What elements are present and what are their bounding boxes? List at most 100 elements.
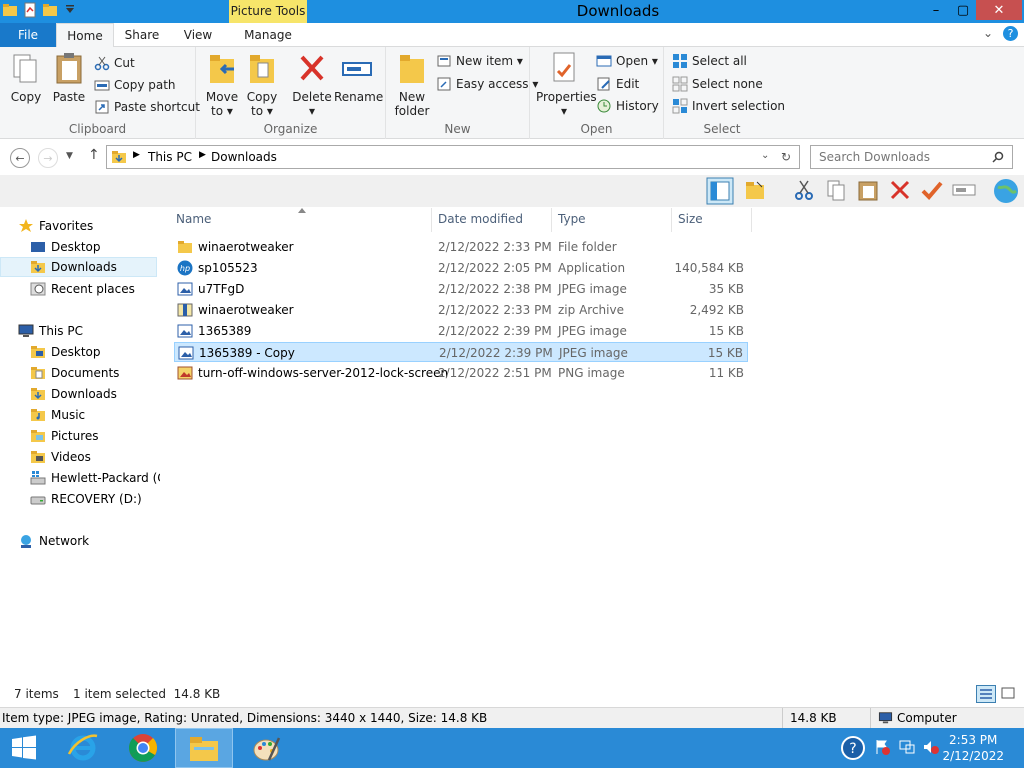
copy-path-button[interactable]: Copy path	[94, 77, 176, 93]
item-details: Item type: JPEG image, Rating: Unrated, …	[2, 711, 488, 725]
move-to-button[interactable]: Move to ▾	[204, 51, 240, 118]
pictures-folder-icon	[31, 430, 45, 442]
invert-selection-button[interactable]: Invert selection	[672, 98, 785, 114]
music-folder-icon	[31, 409, 45, 421]
documents-folder-icon	[31, 367, 45, 379]
table-row[interactable]: u7TFgD 2/12/2022 2:38 PM JPEG image 35 K…	[174, 279, 748, 299]
nav-network[interactable]: Network	[18, 531, 175, 551]
checkmark-icon[interactable]	[920, 178, 944, 202]
table-row[interactable]: 1365389 2/12/2022 2:39 PM JPEG image 15 …	[174, 321, 748, 341]
cut-scissors-icon[interactable]	[792, 178, 816, 202]
folder-icon	[31, 346, 45, 358]
column-header-date[interactable]: Date modified	[432, 208, 552, 232]
select-all-button[interactable]: Select all	[672, 53, 747, 69]
up-button[interactable]: ↑	[88, 147, 100, 163]
copy-icon[interactable]	[824, 178, 848, 202]
rename-icon	[342, 62, 372, 76]
breadcrumb-this-pc[interactable]: This PC	[148, 150, 192, 164]
tab-view[interactable]: View	[172, 23, 224, 47]
taskbar-internet-explorer[interactable]	[54, 728, 112, 768]
details-view-button[interactable]	[976, 685, 996, 703]
rename-button[interactable]: Rename	[334, 51, 383, 104]
taskbar-paint[interactable]	[238, 728, 296, 768]
delete-x-icon[interactable]	[888, 178, 912, 202]
table-row-selected[interactable]: 1365389 - Copy 2/12/2022 2:39 PM JPEG im…	[174, 342, 748, 362]
nav-favorites-downloads[interactable]: Downloads	[0, 257, 157, 277]
forward-button[interactable]: →	[38, 148, 58, 168]
taskbar: ? 2:53 PM 2/12/2022	[0, 728, 1024, 768]
tab-home[interactable]: Home	[56, 23, 114, 48]
table-row[interactable]: winaerotweaker 2/12/2022 2:33 PM zip Arc…	[174, 300, 748, 320]
preview-pane-icon[interactable]	[706, 177, 734, 205]
close-button[interactable]: ✕	[976, 0, 1022, 20]
tab-share[interactable]: Share	[116, 23, 168, 47]
table-row[interactable]: turn-off-windows-server-2012-lock-screen…	[174, 363, 748, 383]
details-location: Computer	[897, 711, 957, 725]
properties-button[interactable]: Properties ▾	[536, 51, 597, 118]
copy-icon	[13, 54, 37, 83]
tab-manage[interactable]: Manage	[232, 23, 304, 47]
delete-button[interactable]: Delete ▾	[292, 51, 332, 118]
new-folder-big-icon	[400, 55, 424, 83]
column-header-size[interactable]: Size	[672, 208, 752, 232]
select-group-label: Select	[703, 122, 741, 136]
minimize-button[interactable]: –	[922, 0, 950, 20]
rename-icon[interactable]	[952, 178, 976, 202]
search-input[interactable]: Search Downloads	[810, 145, 1013, 169]
videos-folder-icon	[31, 451, 45, 463]
navigation-pane: Favorites Desktop Downloads Recent place…	[0, 208, 170, 684]
new-group-label: New	[444, 122, 471, 136]
refresh-icon[interactable]: ↻	[781, 150, 791, 164]
network-tray-icon[interactable]	[898, 738, 916, 756]
large-icons-view-button[interactable]	[999, 685, 1019, 703]
history-button[interactable]: History	[596, 98, 659, 114]
taskbar-file-explorer[interactable]	[175, 728, 233, 768]
new-folder-button[interactable]: New folder	[392, 51, 432, 118]
column-header-name[interactable]: Name	[170, 208, 432, 232]
paste-icon[interactable]	[856, 178, 880, 202]
table-row[interactable]: hp sp105523 2/12/2022 2:05 PM Applicatio…	[174, 258, 748, 278]
breadcrumb-separator-icon[interactable]: ▶	[133, 150, 140, 160]
start-button[interactable]	[0, 728, 48, 768]
nav-this-pc[interactable]: This PC	[18, 321, 175, 341]
address-row: ← → ▼ ↑ ▶ This PC ▶ Downloads ⌄ ↻ Search…	[0, 140, 1024, 174]
table-row[interactable]: winaerotweaker 2/12/2022 2:33 PM File fo…	[174, 237, 748, 257]
new-item-button[interactable]: New item ▾	[436, 53, 523, 69]
copy-to-button[interactable]: Copy to ▾	[244, 51, 280, 118]
paste-button[interactable]: Paste	[50, 51, 88, 104]
copy-to-icon	[250, 55, 274, 83]
edit-button[interactable]: Edit	[596, 76, 639, 92]
copy-button[interactable]: Copy	[8, 51, 44, 104]
volume-muted-icon[interactable]	[922, 738, 940, 756]
select-none-button[interactable]: Select none	[672, 76, 763, 92]
taskbar-help[interactable]: ?	[838, 728, 868, 768]
folder-view-icon[interactable]	[744, 178, 768, 202]
breadcrumb-separator-icon[interactable]: ▶	[199, 150, 206, 160]
windows-logo-icon	[12, 735, 36, 760]
system-clock[interactable]: 2:53 PM 2/12/2022	[942, 732, 1004, 764]
cut-button[interactable]: Cut	[94, 55, 135, 71]
column-header-type[interactable]: Type	[552, 208, 672, 232]
svg-text:hp: hp	[180, 264, 190, 273]
recent-locations-icon[interactable]: ▼	[66, 151, 73, 161]
paste-shortcut-icon	[95, 100, 109, 114]
globe-icon[interactable]	[992, 177, 1020, 205]
paste-shortcut-button[interactable]: Paste shortcut	[94, 99, 200, 115]
nav-favorites[interactable]: Favorites	[18, 216, 175, 236]
breadcrumb-downloads[interactable]: Downloads	[211, 150, 277, 164]
back-button[interactable]: ←	[10, 148, 30, 168]
easy-access-button[interactable]: Easy access ▾	[436, 76, 538, 92]
maximize-button[interactable]: ▢	[950, 0, 976, 20]
help-icon[interactable]: ?	[1003, 26, 1018, 41]
expand-ribbon-icon[interactable]: ⌄	[983, 26, 993, 41]
open-button[interactable]: Open ▾	[596, 53, 658, 69]
internet-explorer-icon	[67, 734, 98, 761]
action-center-flag-icon[interactable]	[874, 738, 892, 756]
address-dropdown-icon[interactable]: ⌄	[761, 150, 769, 161]
tab-file[interactable]: File	[0, 23, 56, 47]
item-count: 7 items	[14, 687, 59, 701]
address-bar[interactable]: ▶ This PC ▶ Downloads ⌄ ↻	[106, 145, 800, 169]
paste-icon	[56, 53, 82, 84]
taskbar-chrome[interactable]	[114, 728, 172, 768]
details-bar: Item type: JPEG image, Rating: Unrated, …	[0, 707, 1024, 728]
